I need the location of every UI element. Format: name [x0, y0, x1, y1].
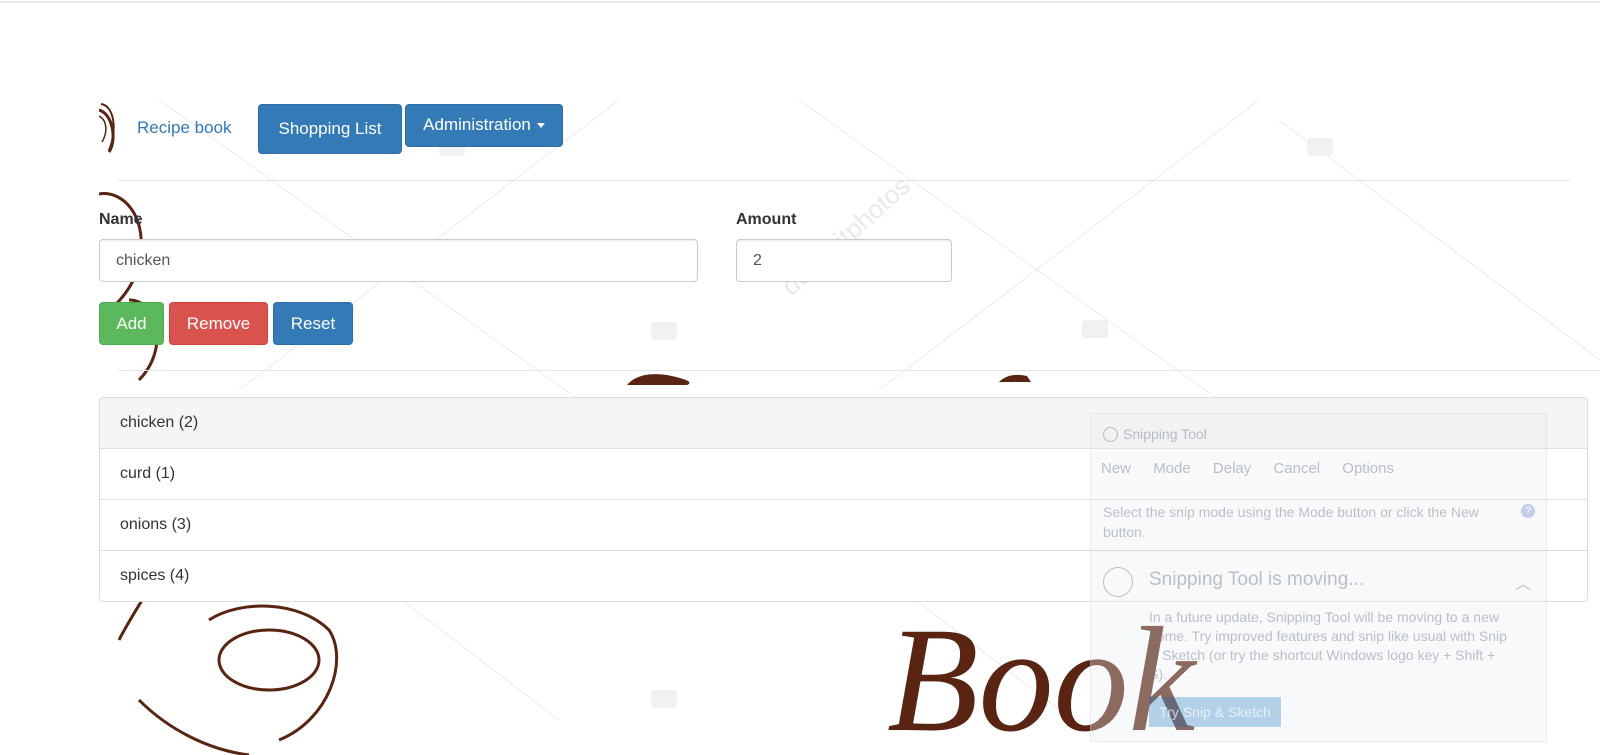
amount-label: Amount [736, 211, 797, 228]
divider [118, 180, 1570, 181]
add-button[interactable]: Add [99, 302, 164, 345]
snip-new-button[interactable]: New [1101, 460, 1131, 477]
snip-sketch-icon [1103, 567, 1133, 597]
try-snip-sketch-button[interactable]: Try Snip & Sketch [1149, 697, 1281, 727]
administration-dropdown[interactable]: Administration [405, 104, 563, 147]
snipping-tool-title: Snipping Tool [1123, 426, 1207, 442]
administration-label: Administration [423, 115, 531, 134]
name-label: Name [99, 211, 143, 228]
amount-input[interactable] [736, 239, 952, 282]
divider [118, 370, 1600, 371]
chevron-up-icon[interactable]: ︿ [1515, 570, 1531, 594]
chef-logo-icon [99, 103, 115, 151]
nav-recipe-book-link[interactable]: Recipe book [137, 118, 232, 138]
scissors-icon [1103, 427, 1118, 442]
snip-hint-text: Select the snip mode using the Mode butt… [1103, 504, 1479, 540]
top-border [0, 1, 1600, 3]
tab-shopping-list[interactable]: Shopping List [258, 104, 402, 154]
snip-moving-heading: Snipping Tool is moving... [1149, 569, 1365, 590]
help-icon[interactable]: ? [1521, 504, 1535, 518]
snipping-tool-window: Snipping Tool New Mode Delay Cancel Opti… [1090, 413, 1547, 742]
snip-moving-body: In a future update, Snipping Tool will b… [1149, 609, 1507, 682]
caret-down-icon [536, 123, 545, 129]
name-input[interactable] [99, 239, 698, 282]
divider [1091, 550, 1546, 551]
snip-options-button[interactable]: Options [1342, 460, 1394, 477]
snipping-tool-toolbar: New Mode Delay Cancel Options [1101, 460, 1412, 477]
snip-delay-button[interactable]: Delay [1213, 460, 1251, 477]
reset-button[interactable]: Reset [273, 302, 353, 345]
snip-mode-button[interactable]: Mode [1153, 460, 1191, 477]
remove-button[interactable]: Remove [169, 302, 268, 345]
snip-cancel-button[interactable]: Cancel [1273, 460, 1320, 477]
